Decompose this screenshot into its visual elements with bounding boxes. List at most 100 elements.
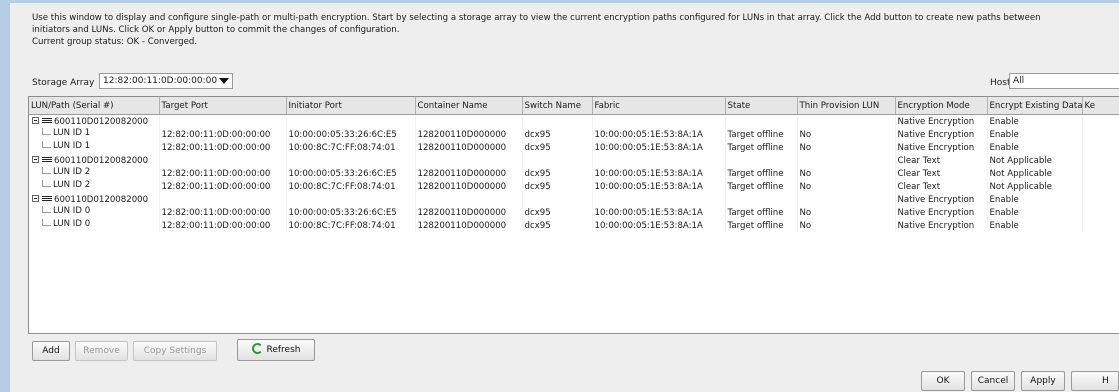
- instruction-line-2: initiators and LUNs. Click OK or Apply b…: [32, 25, 400, 35]
- table-cell[interactable]: Enable: [987, 219, 1083, 232]
- table-cell[interactable]: Native Encryption: [895, 193, 988, 206]
- path-row[interactable]: LUN ID 0 12:82:00:11:0D:00:00:00 10:00:8C:…: [29, 219, 1119, 232]
- column-header[interactable]: Initiator Port: [286, 97, 416, 115]
- column-header[interactable]: Target Port: [159, 97, 287, 115]
- table-cell: 10:00:8C:7C:FF:08:74:01: [286, 219, 416, 232]
- copy-settings-button[interactable]: Copy Settings: [133, 341, 217, 361]
- table-cell: [522, 154, 593, 167]
- window-top-border: [0, 0, 1119, 3]
- column-header[interactable]: LUN/Path (Serial #): [29, 97, 160, 115]
- host-dropdown[interactable]: All: [1009, 73, 1119, 89]
- table-cell: [797, 193, 896, 206]
- table-cell: dcx95: [522, 167, 593, 180]
- tree-cell: LUN ID 1: [29, 128, 160, 141]
- ok-button[interactable]: OK: [921, 371, 965, 391]
- table-cell: 12:82:00:11:0D:00:00:00: [159, 167, 287, 180]
- table-cell: No: [797, 128, 896, 141]
- add-button[interactable]: Add: [32, 341, 70, 361]
- path-row[interactable]: LUN ID 2 12:82:00:11:0D:00:00:00 10:00:8C:…: [29, 180, 1119, 193]
- table-cell: 10:00:00:05:1E:53:8A:1A: [592, 180, 726, 193]
- group-status: Current group status: OK - Converged.: [32, 37, 198, 47]
- apply-button[interactable]: Apply: [1021, 371, 1065, 391]
- path-row[interactable]: LUN ID 0 12:82:00:11:0D:00:00:00 10:00:00:…: [29, 206, 1119, 219]
- column-header[interactable]: Container Name: [415, 97, 523, 115]
- tree-branch-line: [31, 141, 53, 154]
- lun-group-row[interactable]: 600110D0120082000 Native Encryption Enable: [29, 193, 1119, 206]
- table-cell: 10:00:00:05:33:26:6C:E5: [286, 167, 416, 180]
- table-cell: [286, 114, 416, 128]
- table-cell[interactable]: Not Applicable: [987, 167, 1083, 180]
- path-row[interactable]: LUN ID 2 12:82:00:11:0D:00:00:00 10:00:00:…: [29, 167, 1119, 180]
- table-cell: [725, 193, 798, 206]
- table-cell: [522, 193, 593, 206]
- table-cell: [1082, 154, 1119, 167]
- table-cell[interactable]: Enable: [987, 114, 1083, 128]
- table-cell[interactable]: Clear Text: [895, 154, 988, 167]
- tree-cell: LUN ID 2: [29, 167, 160, 180]
- table-cell: [1082, 219, 1119, 232]
- table-cell: 12:82:00:11:0D:00:00:00: [159, 180, 287, 193]
- table-cell[interactable]: Native Encryption: [895, 128, 988, 141]
- lun-group-icon: [41, 117, 53, 125]
- table-cell[interactable]: Native Encryption: [895, 206, 988, 219]
- host-label: Host: [990, 78, 1011, 88]
- table-cell: [797, 154, 896, 167]
- table-cell: [159, 154, 287, 167]
- table-cell: 12:82:00:11:0D:00:00:00: [159, 128, 287, 141]
- table-cell: [725, 114, 798, 128]
- table-cell[interactable]: Native Encryption: [895, 219, 988, 232]
- collapse-minus-icon[interactable]: [32, 117, 39, 124]
- tree-cell: 600110D0120082000: [29, 193, 160, 206]
- collapse-minus-icon[interactable]: [32, 156, 39, 163]
- table-cell[interactable]: Native Encryption: [895, 141, 988, 154]
- storage-array-label: Storage Array: [32, 78, 95, 88]
- column-header[interactable]: Fabric: [592, 97, 726, 115]
- table-cell: dcx95: [522, 206, 593, 219]
- table-cell[interactable]: Clear Text: [895, 167, 988, 180]
- encryption-paths-table[interactable]: LUN/Path (Serial #) Target Port Initiator …: [28, 96, 1119, 334]
- table-cell: dcx95: [522, 180, 593, 193]
- table-cell: [415, 114, 523, 128]
- table-cell: 12:82:00:11:0D:00:00:00: [159, 141, 287, 154]
- table-cell[interactable]: Not Applicable: [987, 180, 1083, 193]
- table-cell: No: [797, 141, 896, 154]
- column-header[interactable]: Encrypt Existing Data: [987, 97, 1083, 115]
- table-cell: 10:00:00:05:1E:53:8A:1A: [592, 141, 726, 154]
- table-cell: No: [797, 167, 896, 180]
- storage-array-dropdown[interactable]: 12:82:00:11:0D:00:00:00: [99, 73, 233, 89]
- column-header[interactable]: Thin Provision LUN: [797, 97, 896, 115]
- collapse-minus-icon[interactable]: [32, 195, 39, 202]
- path-row[interactable]: LUN ID 1 12:82:00:11:0D:00:00:00 10:00:8C:…: [29, 141, 1119, 154]
- column-header[interactable]: Switch Name: [522, 97, 593, 115]
- table-cell: 10:00:00:05:1E:53:8A:1A: [592, 219, 726, 232]
- tree-cell: LUN ID 2: [29, 180, 160, 193]
- table-cell: Target offline: [725, 141, 798, 154]
- table-cell[interactable]: Not Applicable: [987, 154, 1083, 167]
- table-cell: Target offline: [725, 206, 798, 219]
- table-cell[interactable]: Native Encryption: [895, 114, 988, 128]
- path-row[interactable]: LUN ID 1 12:82:00:11:0D:00:00:00 10:00:00:…: [29, 128, 1119, 141]
- table-cell[interactable]: Enable: [987, 128, 1083, 141]
- tree-cell: LUN ID 1: [29, 141, 160, 154]
- lun-id: LUN ID 2: [53, 167, 91, 177]
- table-cell[interactable]: Enable: [987, 206, 1083, 219]
- table-cell: 128200110D000000: [415, 206, 523, 219]
- lun-id: LUN ID 1: [53, 141, 91, 151]
- refresh-button[interactable]: Refresh: [237, 339, 315, 361]
- table-cell[interactable]: Enable: [987, 141, 1083, 154]
- table-cell: Target offline: [725, 128, 798, 141]
- table-cell[interactable]: Clear Text: [895, 180, 988, 193]
- lun-group-row[interactable]: 600110D0120082000 Clear Text Not Applicabl…: [29, 154, 1119, 167]
- cancel-button[interactable]: Cancel: [971, 371, 1015, 391]
- table-cell: 10:00:00:05:1E:53:8A:1A: [592, 206, 726, 219]
- lun-id: LUN ID 0: [53, 206, 91, 216]
- column-header[interactable]: State: [725, 97, 798, 115]
- help-button[interactable]: H: [1071, 371, 1119, 391]
- storage-array-value: 12:82:00:11:0D:00:00:00: [103, 76, 218, 86]
- column-header[interactable]: Ke: [1082, 97, 1119, 115]
- lun-group-row[interactable]: 600110D0120082000 Native Encryption Enable: [29, 114, 1119, 128]
- table-cell: dcx95: [522, 219, 593, 232]
- remove-button[interactable]: Remove: [75, 341, 128, 361]
- column-header[interactable]: Encryption Mode: [895, 97, 988, 115]
- table-cell[interactable]: Enable: [987, 193, 1083, 206]
